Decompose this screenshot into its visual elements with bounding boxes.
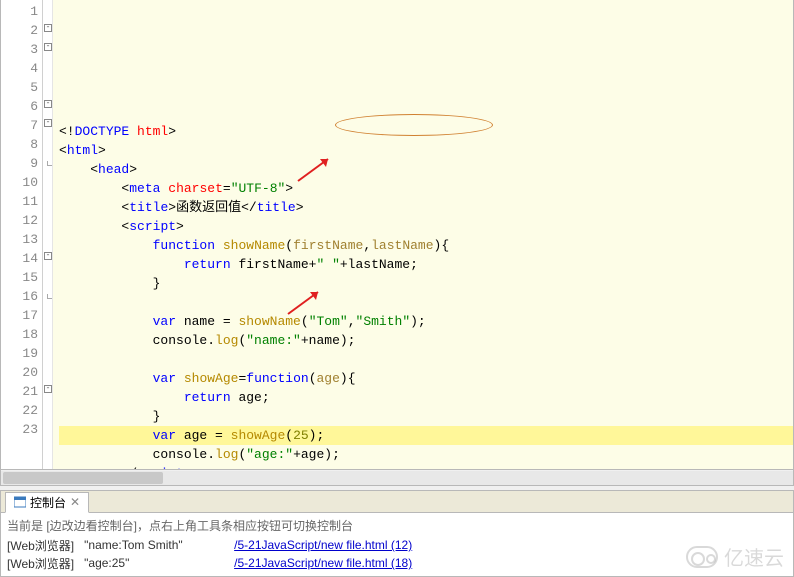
code-line[interactable]: var showAge=function(age){ <box>59 369 793 388</box>
fold-toggle[interactable]: - <box>44 43 52 51</box>
code-line[interactable]: <script> <box>59 217 793 236</box>
line-number: 2 <box>9 21 38 40</box>
code-line[interactable]: </script> <box>59 464 793 469</box>
code-line[interactable]: <!DOCTYPE html> <box>59 122 793 141</box>
fold-toggle[interactable]: - <box>44 24 52 32</box>
console-source: [Web浏览器] <box>7 555 74 572</box>
line-number-gutter: 1234567891011121314151617181920212223 <box>1 0 43 469</box>
code-line[interactable]: <head> <box>59 160 793 179</box>
line-number: 4 <box>9 59 38 78</box>
code-line[interactable]: console.log("age:"+age); <box>59 445 793 464</box>
console-panel: 控制台 ✕ 当前是 [边改边看控制台]，点右上角工具条相应按钮可切换控制台 [W… <box>0 490 794 577</box>
console-body[interactable]: 当前是 [边改边看控制台]，点右上角工具条相应按钮可切换控制台 [Web浏览器]… <box>1 513 793 576</box>
fold-end-marker <box>47 294 52 299</box>
fold-toggle[interactable]: - <box>44 100 52 108</box>
console-rows: [Web浏览器] "name:Tom Smith" /5-21JavaScript/… <box>7 536 787 572</box>
line-number: 7 <box>9 116 38 135</box>
console-source-link[interactable]: /5-21JavaScript/new file.html (12) <box>234 538 412 552</box>
fold-toggle[interactable]: - <box>44 252 52 260</box>
line-number: 21 <box>9 382 38 401</box>
line-number: 23 <box>9 420 38 439</box>
code-line[interactable]: } <box>59 274 793 293</box>
code-area[interactable]: <!DOCTYPE html><html> <head> <meta chars… <box>53 0 793 469</box>
line-number: 17 <box>9 306 38 325</box>
code-line[interactable]: <title>函数返回值</title> <box>59 198 793 217</box>
console-hint: 当前是 [边改边看控制台]，点右上角工具条相应按钮可切换控制台 <box>7 517 787 534</box>
code-line[interactable]: <html> <box>59 141 793 160</box>
console-tab[interactable]: 控制台 ✕ <box>5 492 89 513</box>
console-source: [Web浏览器] <box>7 537 74 554</box>
line-number: 11 <box>9 192 38 211</box>
line-number: 6 <box>9 97 38 116</box>
code-editor[interactable]: 1234567891011121314151617181920212223 --… <box>0 0 794 470</box>
line-number: 12 <box>9 211 38 230</box>
console-icon <box>14 496 26 508</box>
code-line[interactable]: <meta charset="UTF-8"> <box>59 179 793 198</box>
line-number: 3 <box>9 40 38 59</box>
line-number: 16 <box>9 287 38 306</box>
line-number: 22 <box>9 401 38 420</box>
line-number: 19 <box>9 344 38 363</box>
horizontal-scrollbar[interactable] <box>0 470 794 486</box>
line-number: 13 <box>9 230 38 249</box>
console-tab-label: 控制台 <box>30 494 66 511</box>
line-number: 14 <box>9 249 38 268</box>
scrollbar-thumb[interactable] <box>3 472 163 484</box>
code-line[interactable]: var age = showAge(25); <box>59 426 793 445</box>
close-icon[interactable]: ✕ <box>70 495 80 509</box>
console-source-link[interactable]: /5-21JavaScript/new file.html (18) <box>234 556 412 570</box>
code-line[interactable] <box>59 350 793 369</box>
console-message: "name:Tom Smith" <box>84 538 224 552</box>
code-line[interactable]: function showName(firstName,lastName){ <box>59 236 793 255</box>
console-row: [Web浏览器] "age:25" /5-21JavaScript/new file… <box>7 554 787 572</box>
line-number: 10 <box>9 173 38 192</box>
code-line[interactable]: return firstName+" "+lastName; <box>59 255 793 274</box>
fold-toggle[interactable]: - <box>44 385 52 393</box>
fold-end-marker <box>47 161 52 166</box>
code-line[interactable]: var name = showName("Tom","Smith"); <box>59 312 793 331</box>
line-number: 5 <box>9 78 38 97</box>
console-message: "age:25" <box>84 556 224 570</box>
line-number: 15 <box>9 268 38 287</box>
code-line[interactable] <box>59 293 793 312</box>
fold-gutter[interactable]: - - - - - - <box>43 0 53 469</box>
code-line[interactable]: } <box>59 407 793 426</box>
console-row: [Web浏览器] "name:Tom Smith" /5-21JavaScript/… <box>7 536 787 554</box>
line-number: 18 <box>9 325 38 344</box>
line-number: 20 <box>9 363 38 382</box>
line-number: 9 <box>9 154 38 173</box>
code-line[interactable]: return age; <box>59 388 793 407</box>
console-tabbar: 控制台 ✕ <box>1 491 793 513</box>
line-number: 8 <box>9 135 38 154</box>
code-line[interactable]: console.log("name:"+name); <box>59 331 793 350</box>
fold-toggle[interactable]: - <box>44 119 52 127</box>
line-number: 1 <box>9 2 38 21</box>
